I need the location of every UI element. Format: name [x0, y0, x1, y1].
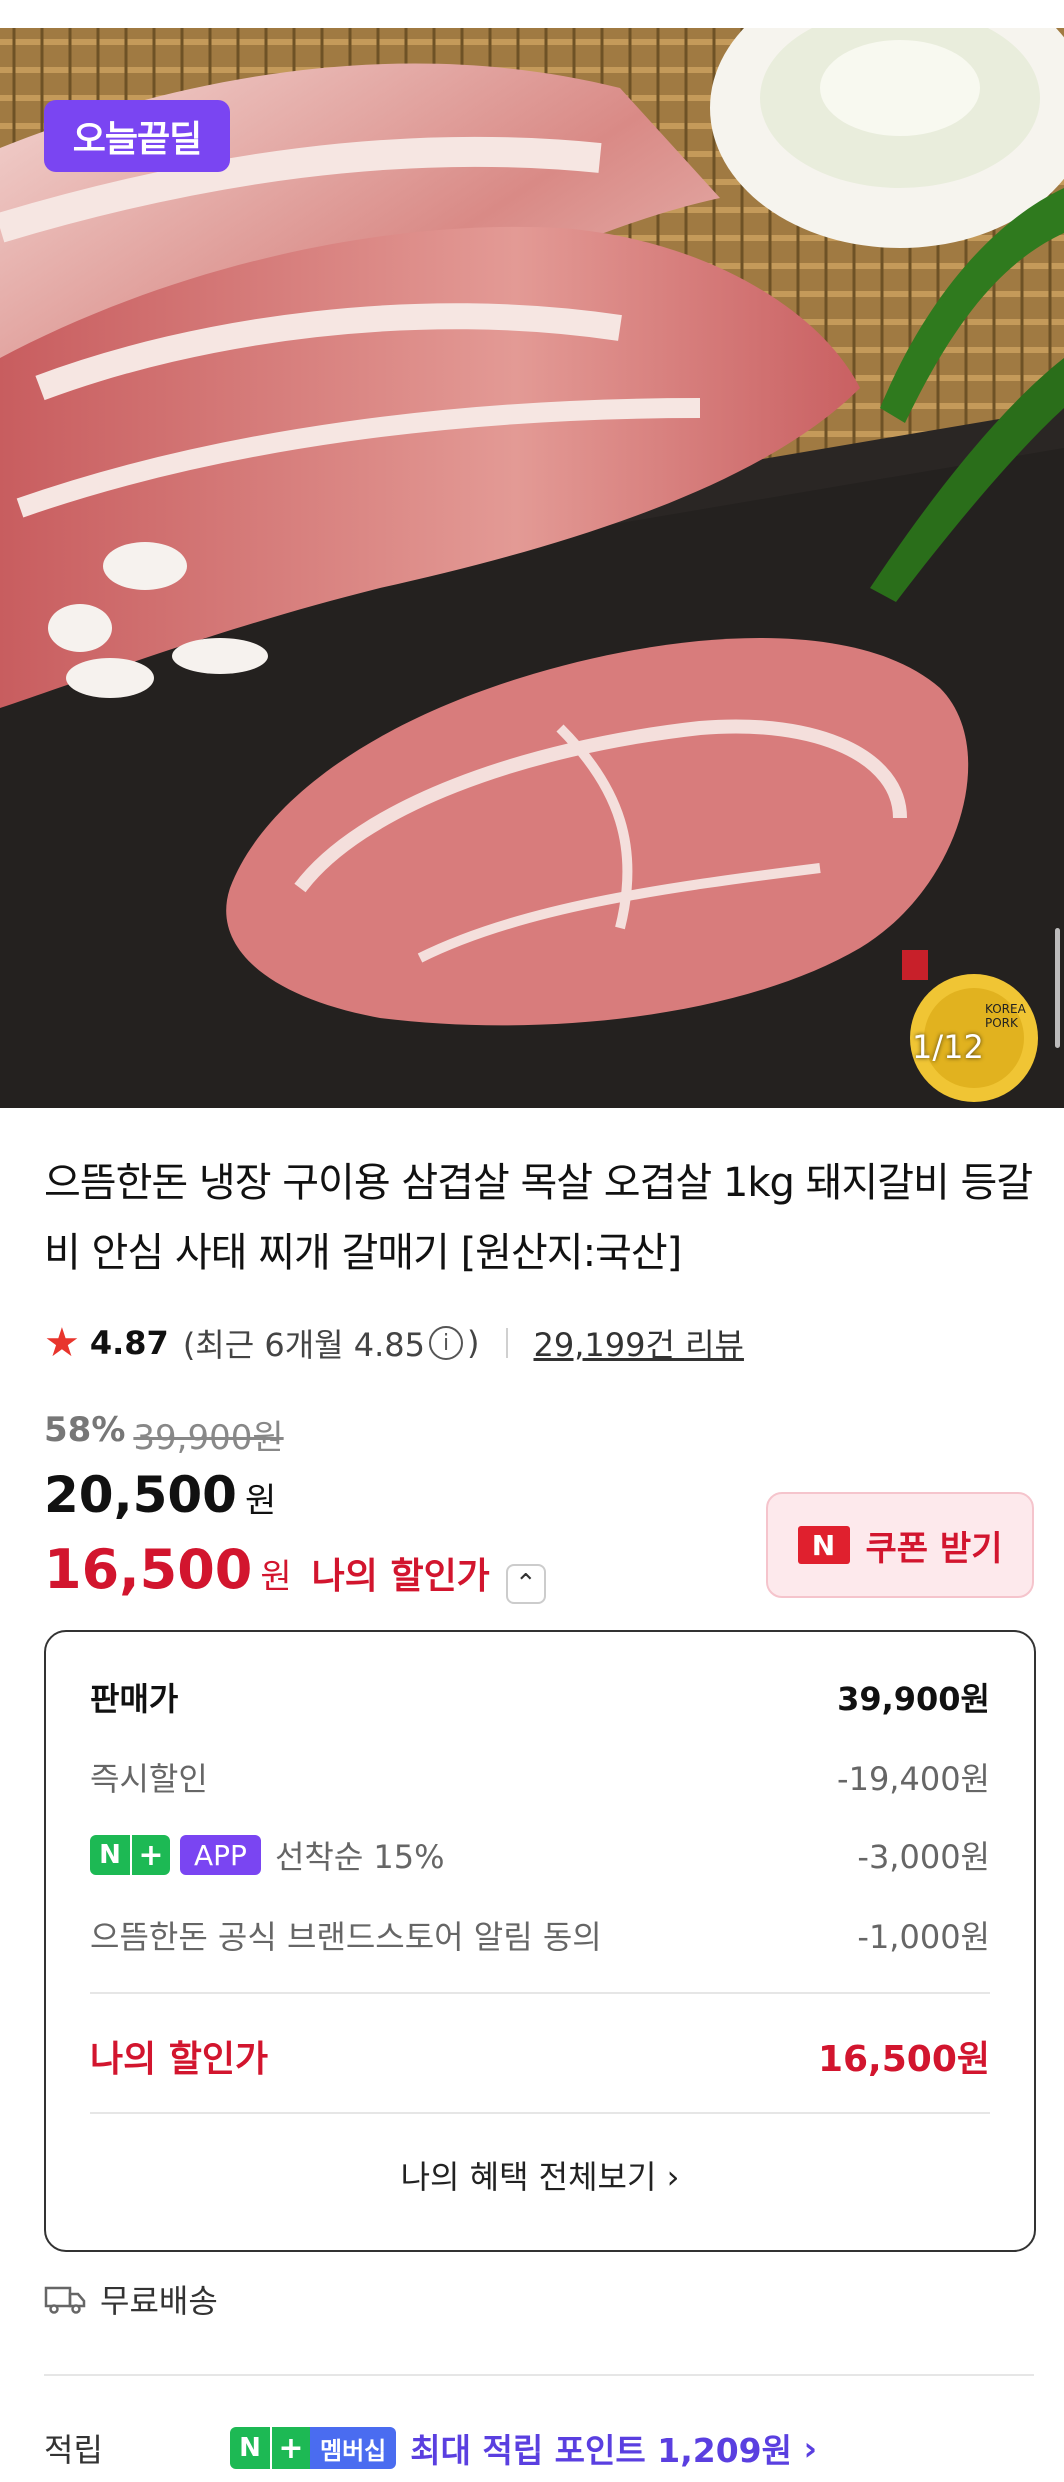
coupon-button[interactable]: N 쿠폰 받기 — [766, 1492, 1034, 1598]
benefit-row: 즉시할인 -19,400원 — [90, 1754, 990, 1800]
recent-rating: (최근 6개월 4.85 i ) — [183, 1320, 480, 1366]
shipping-info: 무료배송 — [44, 2276, 218, 2322]
sale-price-unit: 원 — [244, 1481, 277, 1521]
view-all-label: 나의 혜택 전체보기 — [400, 2158, 657, 2196]
view-all-benefits-link[interactable]: 나의 혜택 전체보기 › — [46, 2152, 1034, 2198]
naver-n-icon: N — [90, 1835, 130, 1875]
sale-price-value: 20,500 — [44, 1466, 237, 1524]
benefit-total-row: 나의 할인가 16,500원 — [90, 2030, 990, 2082]
benefit-value: -19,400원 — [837, 1760, 990, 1798]
benefit-breakdown: 판매가 39,900원 즉시할인 -19,400원 N + APP 선착순 15… — [44, 1630, 1036, 2252]
today-deal-badge: 오늘끝딜 — [44, 100, 230, 172]
benefit-value: -1,000원 — [857, 1918, 990, 1956]
recent-rating-close: ) — [467, 1324, 480, 1362]
naver-n-icon: N — [230, 2427, 270, 2469]
discount-row: 58% 39,900원 — [44, 1410, 284, 1459]
benefit-label: 으뜸한돈 공식 브랜드스토어 알림 동의 — [90, 1918, 602, 1956]
shipping-label: 무료배송 — [100, 2282, 218, 2320]
naver-logo-icon: N — [797, 1526, 850, 1564]
product-title: 으뜸한돈 냉장 구이용 삼겹살 목살 오겹살 1kg 돼지갈비 등갈비 안심 사… — [44, 1160, 1033, 1276]
plus-icon: + — [270, 2427, 310, 2469]
benefit-value: 39,900원 — [837, 1680, 990, 1718]
divider — [90, 2112, 990, 2114]
benefit-label: 즉시할인 — [90, 1760, 208, 1798]
recent-rating-text: (최근 6개월 4.85 — [182, 1326, 426, 1364]
my-price-label: 나의 할인가 — [311, 1556, 490, 1597]
coupon-label: 쿠폰 받기 — [865, 1528, 1003, 1569]
my-price-unit: 원 — [260, 1557, 292, 1597]
naver-plus-badge: N + — [90, 1835, 170, 1875]
chevron-up-icon[interactable]: ⌃ — [505, 1564, 546, 1604]
benefit-row: 판매가 39,900원 — [90, 1674, 990, 1720]
benefit-label: 판매가 — [90, 1680, 179, 1718]
image-counter: 1/12 — [912, 1028, 984, 1066]
product-photo: KOREA PORK — [0, 28, 1064, 1108]
divider — [505, 1328, 508, 1358]
svg-text:PORK: PORK — [985, 1016, 1019, 1030]
benefit-value: -3,000원 — [857, 1838, 990, 1876]
my-discount-price: 16,500 원 나의 할인가 ⌃ — [44, 1538, 546, 1604]
max-points-link[interactable]: 최대 적립 포인트 1,209원 — [410, 2424, 792, 2472]
benefit-row: 으뜸한돈 공식 브랜드스토어 알림 동의 -1,000원 — [90, 1912, 990, 1958]
chevron-right-icon: › — [791, 2428, 818, 2468]
review-count-link[interactable]: 29,199건 리뷰 — [534, 1320, 744, 1366]
star-icon: ★ — [44, 1320, 80, 1366]
benefit-label-group: N + APP 선착순 15% — [90, 1832, 445, 1878]
membership-label: 멤버십 — [310, 2427, 397, 2469]
benefit-row: N + APP 선착순 15% -3,000원 — [90, 1832, 990, 1878]
app-badge: APP — [180, 1835, 261, 1875]
info-icon[interactable]: i — [429, 1326, 464, 1360]
discount-rate: 58% — [44, 1410, 126, 1450]
sale-price: 20,500 원 — [44, 1466, 276, 1524]
image-scroll-indicator — [1055, 928, 1060, 1048]
chevron-right-icon: › — [666, 2158, 680, 2196]
divider — [90, 1992, 990, 1994]
svg-text:KOREA: KOREA — [985, 1002, 1027, 1016]
points-label: 적립 — [44, 2431, 103, 2469]
benefit-total-label: 나의 할인가 — [90, 2039, 269, 2080]
original-price: 39,900원 — [133, 1418, 284, 1458]
benefit-label: 선착순 15% — [274, 1838, 445, 1876]
benefit-total-value: 16,500원 — [817, 2039, 990, 2080]
my-price-value: 16,500 — [44, 1538, 253, 1601]
rating-value: 4.87 — [89, 1324, 169, 1362]
naver-plus-membership-badge: N + 멤버십 — [230, 2427, 397, 2469]
divider — [44, 2374, 1034, 2376]
product-image[interactable]: KOREA PORK 오늘끝딜 1/12 — [0, 28, 1064, 1108]
truck-icon — [44, 2286, 86, 2314]
points-row[interactable]: 적립 N + 멤버십 최대 적립 포인트 1,209원 › — [44, 2424, 817, 2472]
rating-row: ★ 4.87 (최근 6개월 4.85 i ) 29,199건 리뷰 — [44, 1318, 744, 1368]
plus-icon: + — [130, 1835, 170, 1875]
